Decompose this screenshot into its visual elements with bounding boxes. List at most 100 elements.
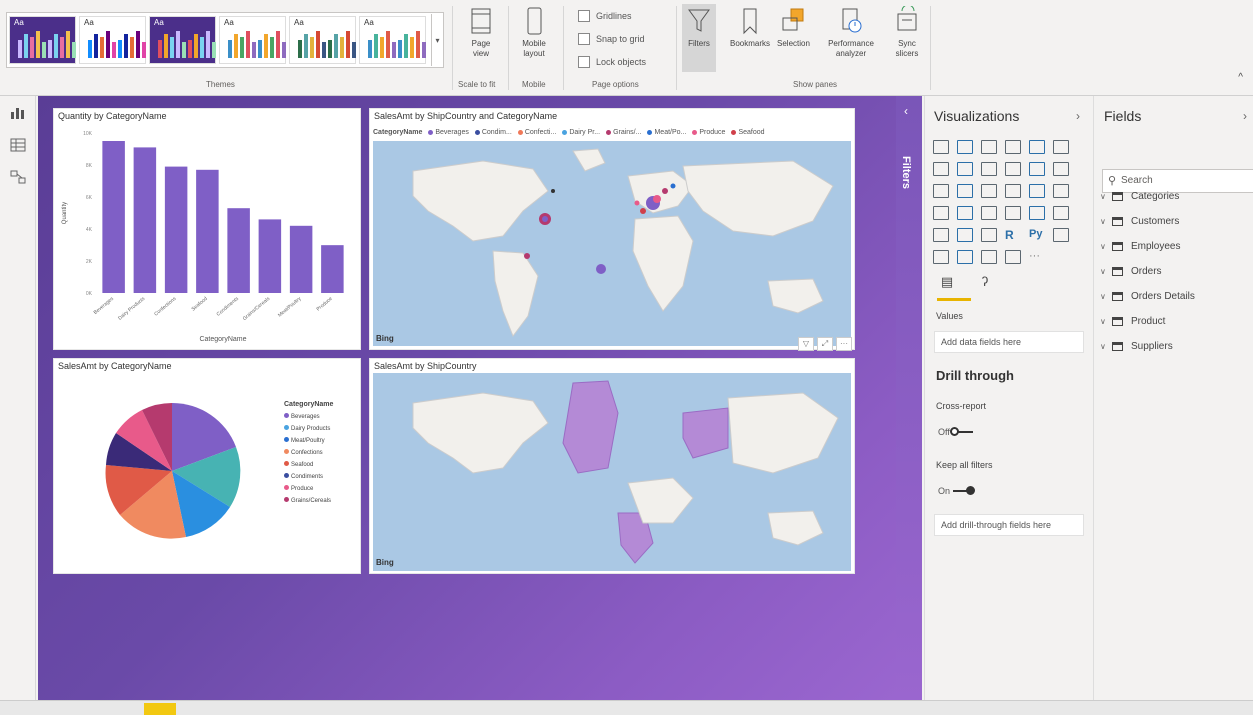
data-view-icon[interactable] [10, 138, 26, 152]
pie-visual-icon[interactable] [1005, 184, 1021, 198]
visual-focus-icon[interactable]: ⤢ [817, 337, 833, 351]
collapse-ribbon-icon[interactable]: ^ [1238, 72, 1243, 83]
legend-item[interactable]: Confections [284, 447, 333, 459]
map-area[interactable] [373, 141, 851, 346]
decomposition-visual-icon[interactable] [933, 250, 949, 264]
clustered-bar-visual-icon[interactable] [981, 140, 997, 154]
area-visual-icon[interactable] [957, 162, 973, 176]
100-column-visual-icon[interactable] [1053, 140, 1069, 154]
ribbon-visual-icon[interactable] [1053, 162, 1069, 176]
legend-item[interactable]: Produce [692, 129, 725, 136]
bar-condiments[interactable] [227, 208, 250, 293]
performance-analyzer-button[interactable]: Performance analyzer [826, 6, 876, 59]
field-table-suppliers[interactable]: ∨ Suppliers [1100, 334, 1195, 359]
visual-more-icon[interactable]: ··· [836, 337, 852, 351]
field-table-employees[interactable]: ∨ Employees [1100, 234, 1195, 259]
model-view-icon[interactable] [10, 170, 26, 184]
qa-visual-icon[interactable] [957, 250, 973, 264]
format-tab-icon[interactable]: ʔ [975, 274, 995, 294]
python-visual-visual-icon[interactable]: Py [1029, 228, 1045, 242]
legend-item[interactable]: Condim... [474, 129, 512, 136]
drill-through-drop-zone[interactable]: Add drill-through fields here [934, 514, 1084, 536]
gauge-visual-icon[interactable] [981, 206, 997, 220]
map-by-country-visual[interactable]: SalesAmt by ShipCountry Bing [369, 358, 855, 574]
waterfall-visual-icon[interactable] [933, 184, 949, 198]
legend-item[interactable]: Grains/Cereals [284, 495, 333, 507]
slicer-visual-icon[interactable] [933, 228, 949, 242]
page-view-button[interactable]: Page view [464, 6, 498, 59]
map-visual-icon[interactable] [933, 206, 949, 220]
snap-checkbox-box[interactable] [578, 33, 590, 45]
themes-expand-icon[interactable]: ▾ [431, 14, 443, 66]
field-table-product[interactable]: ∨ Product [1100, 309, 1195, 334]
bookmarks-button[interactable]: Bookmarks [730, 6, 770, 49]
card-visual-icon[interactable] [1005, 206, 1021, 220]
donut-visual-icon[interactable] [1029, 184, 1045, 198]
stacked-bar-visual-icon[interactable] [933, 140, 949, 154]
theme-option-2[interactable]: Aa [79, 16, 146, 64]
scatter-visual-icon[interactable] [981, 184, 997, 198]
bar-grains-cereals[interactable] [258, 219, 282, 293]
kpi-visual-icon[interactable] [1053, 206, 1069, 220]
map-area[interactable] [373, 373, 851, 571]
legend-item[interactable]: Dairy Products [284, 423, 333, 435]
clustered-column-visual-icon[interactable] [1005, 140, 1021, 154]
legend-item[interactable]: Meat/Po... [647, 129, 686, 136]
field-table-customers[interactable]: ∨ Customers [1100, 209, 1195, 234]
bar-produce[interactable] [321, 245, 344, 293]
field-table-orders[interactable]: ∨ Orders [1100, 259, 1195, 284]
selection-button[interactable]: Selection [777, 6, 810, 49]
legend-item[interactable]: Confecti... [517, 129, 556, 136]
legend-item[interactable]: Beverages [284, 411, 333, 423]
more-visual-icon[interactable]: ··· [1029, 250, 1045, 264]
theme-option-4[interactable]: Aa [219, 16, 286, 64]
legend-item[interactable]: Meat/Poultry [284, 435, 333, 447]
report-view-icon[interactable] [10, 106, 26, 120]
collapse-fields-icon[interactable]: › [1243, 109, 1247, 123]
filled-map-visual-icon[interactable] [957, 206, 973, 220]
values-drop-zone[interactable]: Add data fields here [934, 331, 1084, 353]
page-tab-active[interactable] [144, 703, 176, 715]
theme-option-3[interactable]: Aa [149, 16, 216, 64]
line-visual-icon[interactable] [933, 162, 949, 176]
collapse-visualizations-icon[interactable]: › [1076, 109, 1080, 123]
bar-chart-visual[interactable]: Quantity by CategoryName 0K 2K 4K 6K 8K 10K Qu… [53, 108, 361, 350]
chevron-down-icon[interactable]: ∨ [1100, 192, 1108, 201]
key-influencers-visual-icon[interactable] [1053, 228, 1069, 242]
mobile-layout-button[interactable]: Mobile layout [516, 6, 552, 59]
cross-report-toggle[interactable]: Off [938, 427, 973, 437]
chevron-down-icon[interactable]: ∨ [1100, 317, 1108, 326]
bar-meat-poultry[interactable] [289, 225, 313, 293]
fields-tab-icon[interactable]: ▤ [937, 274, 957, 294]
chevron-down-icon[interactable]: ∨ [1100, 292, 1108, 301]
r-visual-visual-icon[interactable]: R [1005, 228, 1021, 242]
line-column-visual-icon[interactable] [1005, 162, 1021, 176]
lock-checkbox-box[interactable] [578, 56, 590, 68]
gridlines-checkbox-box[interactable] [578, 10, 590, 22]
stacked-column-visual-icon[interactable] [957, 140, 973, 154]
matrix-visual-icon[interactable] [981, 228, 997, 242]
visual-filter-icon[interactable]: ▽ [798, 337, 814, 351]
treemap-visual-icon[interactable] [1053, 184, 1069, 198]
expand-filters-icon[interactable]: ‹ [904, 104, 908, 118]
funnel-visual-icon[interactable] [957, 184, 973, 198]
legend-item[interactable]: Beverages [428, 129, 469, 136]
legend-item[interactable]: Dairy Pr... [562, 129, 600, 136]
bar-dairy-products[interactable] [133, 147, 157, 293]
legend-item[interactable]: Seafood [284, 459, 333, 471]
theme-option-6[interactable]: Aa [359, 16, 426, 64]
legend-item[interactable]: Seafood [731, 129, 765, 136]
table-visual-icon[interactable] [957, 228, 973, 242]
sync-slicers-button[interactable]: Sync slicers [892, 6, 922, 59]
filters-pane-collapsed[interactable]: ‹ Filters [896, 96, 922, 700]
100-bar-visual-icon[interactable] [1029, 140, 1045, 154]
gridlines-checkbox[interactable]: Gridlines [578, 10, 632, 22]
field-table-categories[interactable]: ∨ Categories [1100, 184, 1195, 209]
bar-beverages[interactable] [102, 141, 125, 293]
keep-filters-toggle[interactable]: On [938, 486, 976, 496]
bar-seafood[interactable] [196, 169, 219, 293]
legend-item[interactable]: Condiments [284, 471, 333, 483]
legend-item[interactable]: Produce [284, 483, 333, 495]
smart-narrative-visual-icon[interactable] [981, 250, 997, 264]
chevron-down-icon[interactable]: ∨ [1100, 267, 1108, 276]
